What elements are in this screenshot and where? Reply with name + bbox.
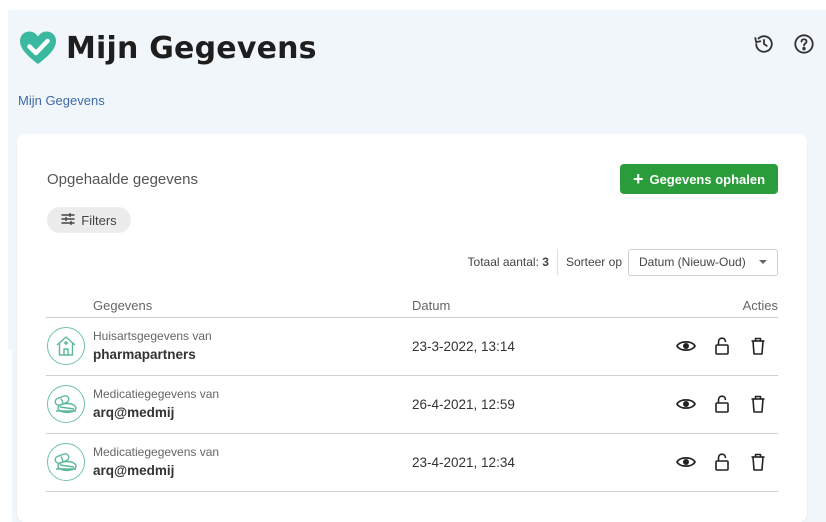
- left-strip: [0, 350, 12, 522]
- row-date: 26-4-2021, 12:59: [412, 397, 515, 412]
- fetch-data-button[interactable]: + Gegevens ophalen: [620, 164, 778, 194]
- row-source-name: pharmapartners: [93, 347, 196, 362]
- lock-icon[interactable]: [712, 336, 732, 356]
- sort-selected-value: Datum (Nieuw-Oud): [639, 255, 746, 269]
- table-row: Medicatiegegevens van arq@medmij 23-4-20…: [46, 434, 778, 492]
- page-title: Mijn Gegevens: [66, 30, 317, 66]
- table-row: Huisartsgegevens van pharmapartners 23-3…: [46, 318, 778, 376]
- row-actions: [676, 336, 768, 356]
- total-value: 3: [542, 255, 549, 269]
- row-actions: [676, 452, 768, 472]
- table-header: Gegevens Datum Acties: [46, 298, 778, 318]
- row-subtitle: Medicatiegegevens van: [93, 445, 220, 459]
- section-title: Opgehaalde gegevens: [47, 171, 198, 188]
- row-subtitle: Huisartsgegevens van: [93, 329, 212, 343]
- filters-label: Filters: [81, 212, 117, 228]
- house-icon: [47, 327, 85, 365]
- row-source-name: arq@medmij: [93, 405, 175, 420]
- total-count: Totaal aantal: 3: [468, 255, 549, 269]
- lock-icon[interactable]: [712, 452, 732, 472]
- data-table: Gegevens Datum Acties Huisartsgegevens v…: [46, 298, 778, 492]
- sort-label: Sorteer op: [565, 255, 622, 269]
- heart-check-icon: [16, 28, 60, 68]
- trash-icon[interactable]: [748, 452, 768, 472]
- row-actions: [676, 394, 768, 414]
- history-icon[interactable]: [752, 32, 776, 56]
- page-header: Mijn Gegevens: [16, 24, 816, 72]
- table-row: Medicatiegegevens van arq@medmij 26-4-20…: [46, 376, 778, 434]
- breadcrumb[interactable]: Mijn Gegevens: [18, 93, 105, 108]
- column-header-acties: Acties: [742, 298, 778, 313]
- fetch-data-label: Gegevens ophalen: [649, 171, 766, 187]
- header-actions: [752, 32, 816, 56]
- help-icon[interactable]: [792, 32, 816, 56]
- total-label: Totaal aantal:: [467, 255, 539, 269]
- row-source-name: arq@medmij: [93, 463, 175, 478]
- pills-icon: [47, 443, 85, 481]
- divider: [556, 249, 558, 275]
- row-date: 23-3-2022, 13:14: [412, 339, 515, 354]
- trash-icon[interactable]: [748, 336, 768, 356]
- eye-icon[interactable]: [676, 452, 696, 472]
- data-card: Opgehaalde gegevens + Gegevens ophalen F…: [17, 134, 807, 522]
- filters-button[interactable]: Filters: [47, 207, 131, 233]
- trash-icon[interactable]: [748, 394, 768, 414]
- sort-row: Totaal aantal: 3 Sorteer op Datum (Nieuw…: [468, 248, 778, 276]
- pills-icon: [47, 385, 85, 423]
- row-subtitle: Medicatiegegevens van: [93, 387, 220, 401]
- sliders-icon: [61, 212, 75, 228]
- lock-icon[interactable]: [712, 394, 732, 414]
- eye-icon[interactable]: [676, 336, 696, 356]
- chevron-down-icon: [759, 260, 767, 264]
- column-header-gegevens: Gegevens: [93, 298, 153, 313]
- row-date: 23-4-2021, 12:34: [412, 455, 515, 470]
- eye-icon[interactable]: [676, 394, 696, 414]
- plus-icon: +: [632, 169, 644, 189]
- column-header-datum: Datum: [412, 298, 451, 313]
- sort-select[interactable]: Datum (Nieuw-Oud): [628, 248, 778, 276]
